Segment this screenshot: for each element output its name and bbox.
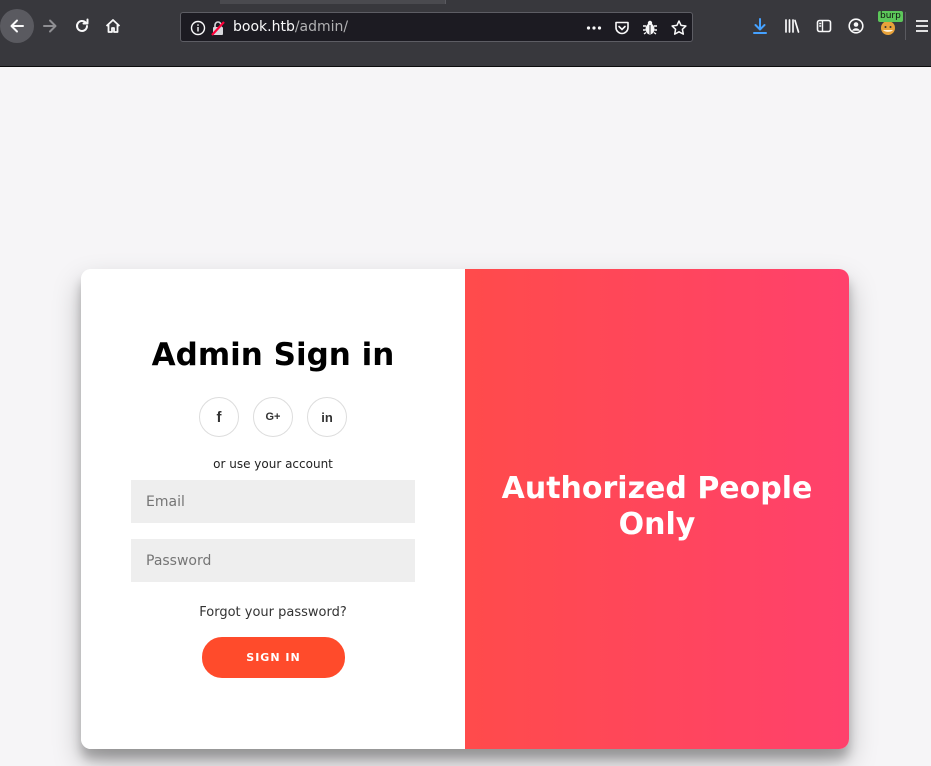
bug-extension-icon[interactable]: [641, 19, 659, 37]
home-button[interactable]: [97, 10, 129, 42]
sidebar-button[interactable]: [808, 10, 840, 42]
linkedin-button[interactable]: in: [307, 397, 347, 437]
url-bar[interactable]: book.htb/admin/: [180, 12, 693, 42]
browser-chrome: book.htb/admin/ burp: [0, 0, 931, 67]
facebook-icon: f: [216, 408, 222, 426]
linkedin-icon: in: [321, 409, 333, 425]
account-icon: [848, 18, 864, 34]
password-field[interactable]: [131, 539, 415, 582]
sidebar-icon: [816, 19, 832, 33]
google-plus-icon: G+: [265, 411, 281, 423]
pocket-icon[interactable]: [613, 19, 631, 37]
hamburger-menu-icon: [915, 20, 928, 32]
back-button[interactable]: [0, 9, 34, 43]
google-plus-button[interactable]: G+: [253, 397, 293, 437]
reload-button[interactable]: [66, 10, 98, 42]
overlay-panel: Authorized People Only: [465, 269, 849, 749]
toolbar-separator: [905, 12, 906, 40]
reload-icon: [76, 18, 89, 32]
download-icon: [753, 18, 767, 34]
insecure-lock-icon[interactable]: [209, 19, 227, 37]
library-icon: [785, 19, 800, 33]
forward-button[interactable]: [34, 10, 66, 42]
sign-in-button[interactable]: SIGN IN: [202, 637, 345, 678]
form-title: Admin Sign in: [151, 337, 395, 373]
downloads-button[interactable]: [744, 10, 776, 42]
info-icon[interactable]: [189, 19, 207, 37]
forgot-password-link[interactable]: Forgot your password?: [81, 605, 465, 620]
burp-extension-button[interactable]: burp: [872, 10, 904, 42]
forward-arrow-icon: [43, 19, 57, 33]
burp-badge: burp: [878, 11, 903, 22]
home-icon: [105, 19, 121, 33]
sign-in-form: Admin Sign in f G+ in or use your accoun…: [81, 269, 465, 749]
menu-button[interactable]: [910, 10, 931, 42]
back-arrow-icon: [10, 19, 24, 33]
login-card: Admin Sign in f G+ in or use your accoun…: [81, 269, 849, 749]
account-hint: or use your account: [213, 457, 333, 471]
account-button[interactable]: [840, 10, 872, 42]
overlay-title: Authorized People Only: [501, 471, 813, 542]
page-actions-icon[interactable]: [585, 19, 603, 37]
bookmark-star-icon[interactable]: [670, 19, 688, 37]
navigation-toolbar: book.htb/admin/ burp: [0, 6, 931, 50]
library-button[interactable]: [776, 10, 808, 42]
active-tab[interactable]: [220, 0, 446, 4]
url-path: /admin/: [294, 19, 349, 35]
email-field[interactable]: [131, 480, 415, 523]
facebook-button[interactable]: f: [199, 397, 239, 437]
toolbar-divider: [0, 66, 931, 67]
url-text[interactable]: book.htb/admin/: [233, 19, 348, 35]
url-host: book.htb: [233, 19, 295, 35]
